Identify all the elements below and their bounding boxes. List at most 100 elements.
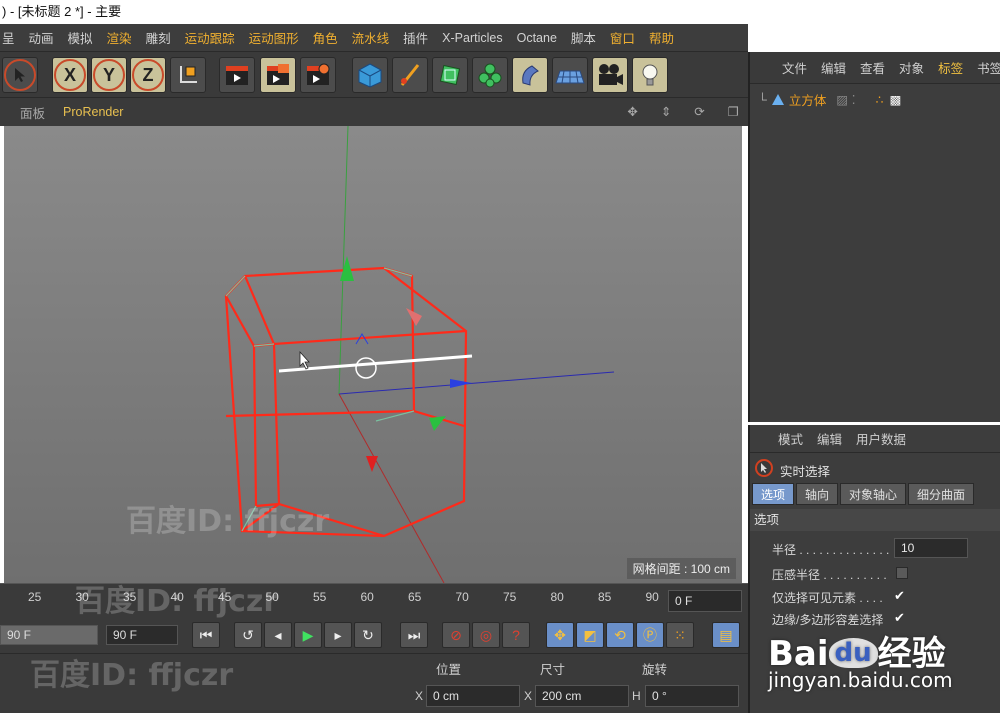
grid-spacing-label: 网格间距 : 100 cm — [626, 558, 736, 579]
menu-item[interactable]: 脚本 — [571, 28, 596, 47]
attribute-menu-item[interactable]: 用户数据 — [856, 429, 906, 448]
menu-item[interactable]: 渲染 — [107, 28, 132, 47]
attribute-tab[interactable]: 选项 — [752, 483, 795, 505]
next-frame-button[interactable]: ▸ — [324, 622, 352, 648]
key-parameter-button[interactable]: Ⓟ — [636, 622, 664, 648]
play-button[interactable]: ▶ — [294, 622, 322, 648]
xy-plane-handle[interactable] — [406, 308, 422, 326]
key-point-level-button[interactable]: ⁙ — [666, 622, 694, 648]
z-gizmo-arrow[interactable] — [450, 379, 472, 388]
grid-dots-icon: ⁙ — [674, 626, 686, 643]
viewport-menu-panel[interactable]: 面板 — [20, 103, 45, 122]
render-settings-button[interactable] — [300, 57, 336, 93]
object-row-cube[interactable]: └ 立方体 ▨ ⁚ ∴ ▩ — [758, 90, 901, 109]
coordinate-system-button[interactable] — [170, 57, 206, 93]
attribute-menu-item[interactable]: 编辑 — [817, 429, 842, 448]
render-to-picture-viewer-button[interactable] — [260, 57, 296, 93]
menu-item[interactable]: 运动图形 — [249, 28, 299, 47]
pressure-radius-checkbox[interactable] — [896, 567, 908, 579]
menu-item[interactable]: 雕刻 — [146, 28, 171, 47]
pen-spline-button[interactable] — [392, 57, 428, 93]
tag-phong-icon[interactable]: ∴ — [876, 92, 884, 107]
object-menu-item[interactable]: 编辑 — [821, 58, 846, 77]
light-button[interactable] — [632, 57, 668, 93]
pressure-radius-label: 压感半径 . . . . . . . . . . — [772, 568, 887, 582]
tag-material-icon[interactable]: ▩ — [890, 92, 902, 107]
attribute-tab[interactable]: 对象轴心 — [840, 483, 907, 505]
edge-loop-checkbox[interactable]: ✔ — [894, 611, 908, 625]
subdivision-surface-button[interactable] — [432, 57, 468, 93]
previous-frame-button[interactable]: ◂ — [264, 622, 292, 648]
select-tool-button[interactable] — [2, 57, 38, 93]
attribute-menu-item[interactable]: 模式 — [778, 429, 803, 448]
key-position-button[interactable]: ✥ — [546, 622, 574, 648]
object-menu-item[interactable]: 书签 — [977, 58, 1000, 77]
end-frame-slider[interactable]: 90 F — [0, 625, 98, 645]
timeline-window-button[interactable]: ▤ — [712, 622, 740, 648]
menu-item[interactable]: 呈 — [2, 28, 15, 47]
cloner-button[interactable] — [472, 57, 508, 93]
go-to-start-button[interactable]: ⏮ — [192, 622, 220, 648]
timeline-tick-label: 85 — [598, 590, 612, 604]
go-to-end-button[interactable]: ⏭ — [400, 622, 428, 648]
menu-item[interactable]: 运动跟踪 — [185, 28, 235, 47]
subdivision-cube-icon — [439, 64, 461, 86]
current-frame-field[interactable]: 0 F — [668, 590, 742, 612]
viewport-menu-prorender[interactable]: ProRender — [63, 105, 123, 119]
maximize-view-icon[interactable]: ❐ — [728, 105, 742, 119]
attribute-tab[interactable]: 轴向 — [796, 483, 839, 505]
key-rotation-button[interactable]: ⟲ — [606, 622, 634, 648]
previous-key-button[interactable]: ↺ — [234, 622, 262, 648]
menu-item[interactable]: 模拟 — [68, 28, 93, 47]
key-scale-button[interactable]: ◩ — [576, 622, 604, 648]
floor-button[interactable] — [552, 57, 588, 93]
menu-item[interactable]: 插件 — [403, 28, 428, 47]
rotate-view-icon[interactable]: ⟳ — [694, 105, 707, 119]
x-axis-lock-button[interactable]: X — [52, 57, 88, 93]
yz-plane-handle[interactable] — [429, 416, 446, 431]
menu-item[interactable]: Octane — [517, 31, 557, 45]
menu-item[interactable]: 窗口 — [610, 28, 635, 47]
timeline-tick-label: 25 — [28, 590, 42, 604]
x-gizmo-arrow[interactable] — [366, 456, 378, 472]
object-name[interactable]: 立方体 — [789, 90, 827, 109]
y-gizmo-arrow[interactable] — [340, 256, 354, 281]
x-position-field[interactable]: 0 cm — [426, 685, 520, 707]
skip-end-icon: ⏭ — [407, 626, 421, 643]
render-view-button[interactable] — [219, 57, 255, 93]
h-rotation-field[interactable]: 0 ° — [645, 685, 739, 707]
options-section-header: 选项 — [750, 509, 1000, 531]
z-axis-lock-button[interactable]: Z — [130, 57, 166, 93]
end-frame-field[interactable]: 90 F — [106, 625, 178, 645]
cube-object-button[interactable] — [352, 57, 388, 93]
rotate-key-icon: ⟲ — [614, 626, 626, 643]
keyframe-selection-button[interactable]: ? — [502, 622, 530, 648]
menu-item[interactable]: 动画 — [29, 28, 54, 47]
object-menu-item[interactable]: 查看 — [860, 58, 885, 77]
object-menu-item[interactable]: 文件 — [782, 58, 807, 77]
radius-field[interactable]: 10 — [894, 538, 968, 558]
y-axis-lock-button[interactable]: Y — [91, 57, 127, 93]
visible-only-checkbox[interactable]: ✔ — [894, 589, 908, 603]
viewport-header: 面板 ProRender ✥ ⇕ ⟳ ❐ — [0, 98, 748, 126]
watermark-text-2: 百度ID: ffjczr — [30, 658, 234, 693]
auto-key-button[interactable]: ◎ — [472, 622, 500, 648]
x-size-field[interactable]: 200 cm — [535, 685, 629, 707]
menu-item[interactable]: X-Particles — [442, 31, 502, 45]
next-key-button[interactable]: ↻ — [354, 622, 382, 648]
timeline-tick-label: 65 — [408, 590, 422, 604]
record-keys-button[interactable]: ⊘ — [442, 622, 470, 648]
menu-item[interactable]: 帮助 — [649, 28, 674, 47]
visibility-toggle-icon[interactable]: ▨ ⁚ — [836, 92, 855, 107]
deformer-button[interactable] — [512, 57, 548, 93]
3d-viewport[interactable]: 百度ID: ffjczr 网格间距 : 100 cm — [4, 126, 742, 583]
attribute-tab[interactable]: 细分曲面 — [908, 483, 975, 505]
menu-item[interactable]: 角色 — [313, 28, 338, 47]
camera-button[interactable] — [592, 57, 628, 93]
object-menu-item[interactable]: 对象 — [899, 58, 924, 77]
dolly-view-icon[interactable]: ⇕ — [661, 105, 674, 119]
menu-item[interactable]: 流水线 — [352, 28, 390, 47]
move-view-icon[interactable]: ✥ — [627, 105, 640, 119]
timeline-tick-label: 80 — [550, 590, 564, 604]
object-menu-item[interactable]: 标签 — [938, 58, 963, 77]
